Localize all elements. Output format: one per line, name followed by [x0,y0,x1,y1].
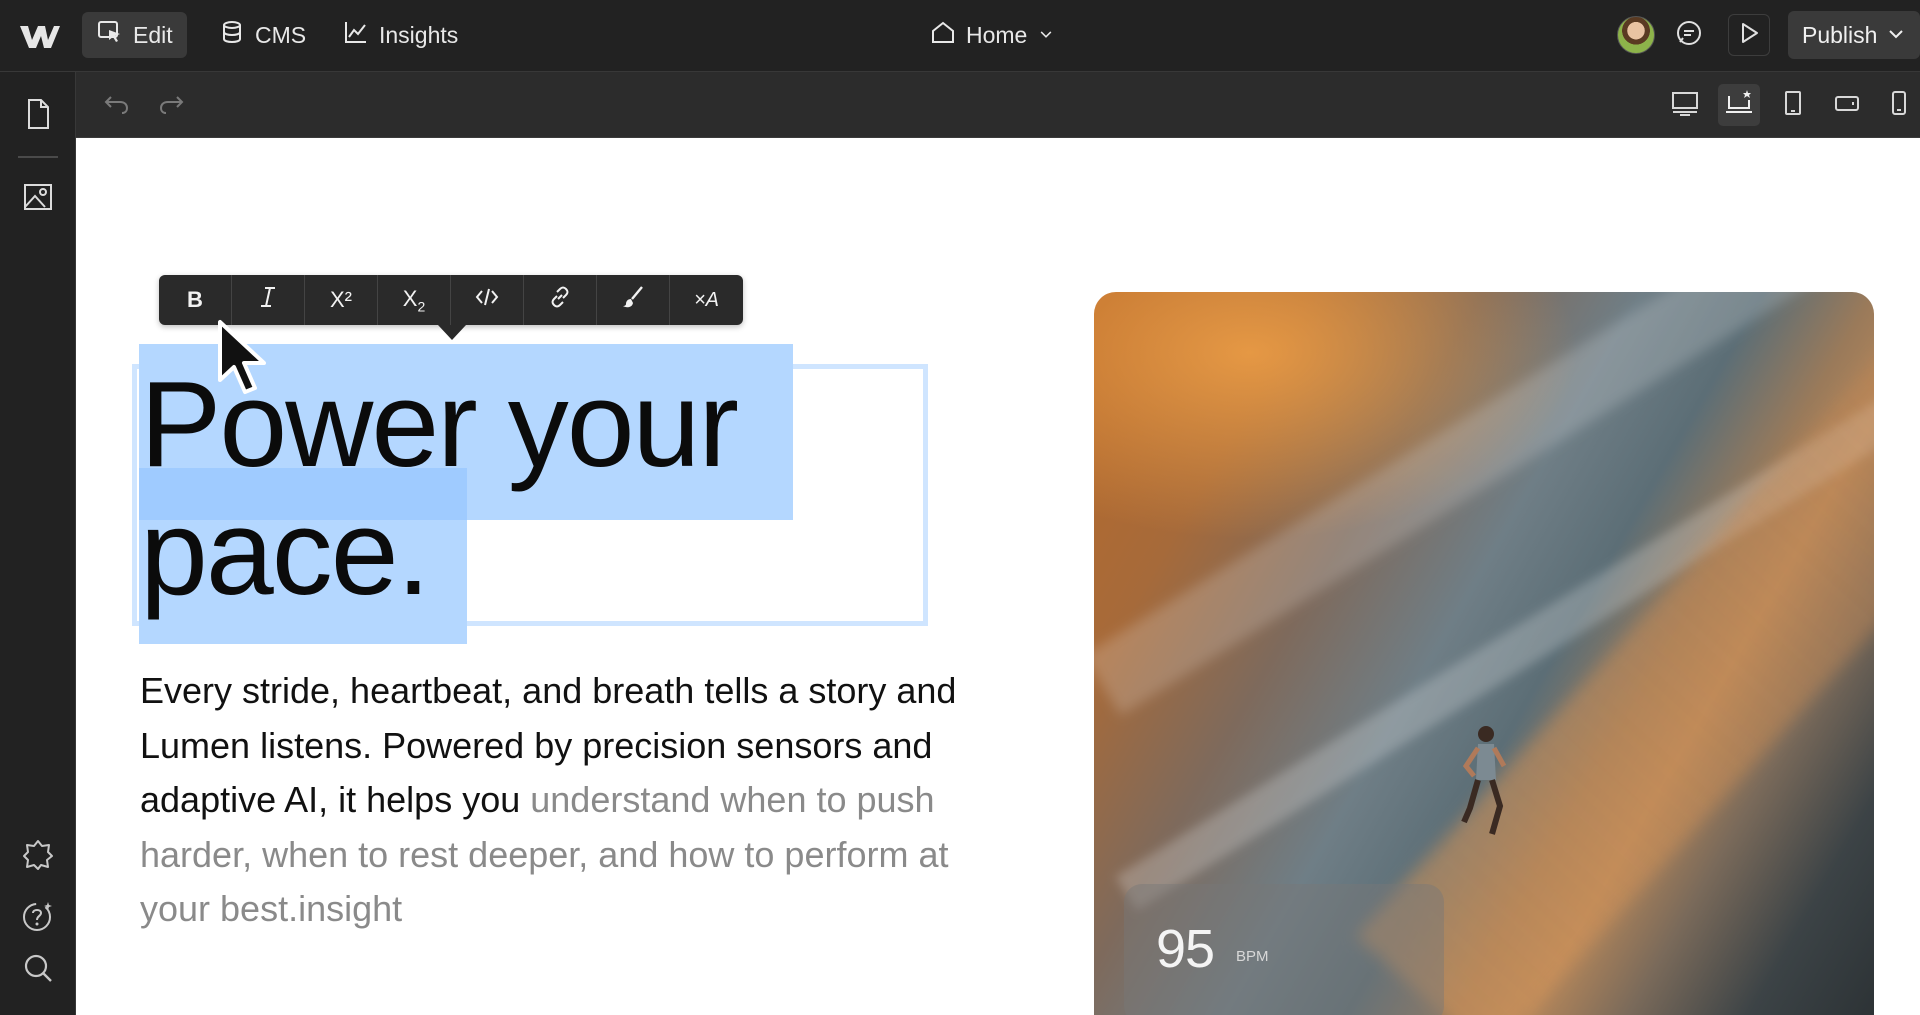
runner-figure-icon [1454,722,1514,842]
insights-button[interactable]: Insights [328,12,472,58]
search-icon [21,951,55,990]
database-icon [218,18,246,52]
cms-label: CMS [255,21,307,48]
search-button[interactable] [18,950,58,990]
page-icon [21,97,55,136]
subscript-base: X [402,285,418,311]
apps-button[interactable] [18,836,58,876]
tablet-icon [1778,88,1808,123]
comment-icon [1674,18,1704,53]
phone-portrait-icon [1884,88,1914,123]
sidebar-divider [18,156,58,158]
link-icon [547,284,573,316]
redo-button[interactable] [150,84,192,126]
help-button[interactable] [18,898,58,938]
link-button[interactable] [524,275,597,325]
comments-button[interactable] [1668,14,1710,56]
preview-button[interactable] [1728,14,1770,56]
chart-line-icon [342,18,370,52]
clear-format-icon: ×A [693,288,720,311]
clear-formatting-button[interactable]: ×A [670,275,743,325]
code-button[interactable] [451,275,524,325]
subscript-digit: 2 [417,298,426,315]
insights-label: Insights [379,21,459,48]
pages-button[interactable] [18,96,58,136]
hero-description[interactable]: Every stride, heartbeat, and breath tell… [140,664,960,937]
play-icon [1734,18,1764,53]
subscript-icon: X2 [403,286,425,314]
hero-heading-line: pace. [140,484,430,620]
puzzle-icon [21,837,55,876]
publish-label: Publish [1802,21,1878,48]
desktop-icon [1670,88,1700,123]
breakpoint-portrait-button[interactable] [1878,84,1920,126]
image-icon [21,179,55,218]
edit-label: Edit [133,21,173,48]
page-selector[interactable]: Home [930,14,1055,56]
paintbrush-icon [620,284,646,316]
toolbar-pointer [438,325,466,340]
home-icon [930,19,956,51]
bpm-unit: BPM [1236,948,1269,965]
heart-rate-card: 95 BPM [1124,884,1444,1015]
phone-landscape-icon [1832,88,1862,123]
canvas-toolbar [76,72,1920,138]
cms-button[interactable]: CMS [204,12,320,58]
left-sidebar [0,72,76,1015]
hero-image[interactable]: 95 BPM [1094,292,1874,1015]
text-color-button[interactable] [597,275,670,325]
breakpoint-desktop-button[interactable] [1664,84,1706,126]
laptop-star-icon [1724,88,1754,123]
breakpoint-tablet-button[interactable] [1772,84,1814,126]
assets-button[interactable] [18,178,58,218]
superscript-icon: X² [330,287,352,312]
help-sparkle-icon [21,899,55,938]
undo-icon [102,88,132,123]
user-avatar[interactable] [1617,16,1655,54]
edit-mode-button[interactable]: Edit [82,12,187,58]
italic-icon [255,284,281,316]
cursor-select-icon [96,18,124,52]
chevron-down-icon [1887,22,1905,49]
undo-button[interactable] [96,84,138,126]
bpm-value: 95 [1156,919,1215,979]
bold-icon: B [187,287,203,312]
page-selector-label: Home [966,21,1028,48]
chevron-down-icon [1037,22,1055,49]
publish-button[interactable]: Publish [1788,11,1920,59]
breakpoint-base-button[interactable] [1718,84,1760,126]
code-icon [474,284,500,316]
breakpoint-landscape-button[interactable] [1826,84,1868,126]
superscript-button[interactable]: X² [305,275,378,325]
redo-icon [156,88,186,123]
webflow-logo-icon[interactable] [18,20,60,52]
design-canvas[interactable]: Power your pace. B X² X2 ×A Every stride… [76,138,1920,1015]
top-bar: Edit CMS Insights Home Publish [0,0,1920,72]
mouse-cursor-icon [216,318,286,400]
subscript-button[interactable]: X2 [378,275,451,325]
